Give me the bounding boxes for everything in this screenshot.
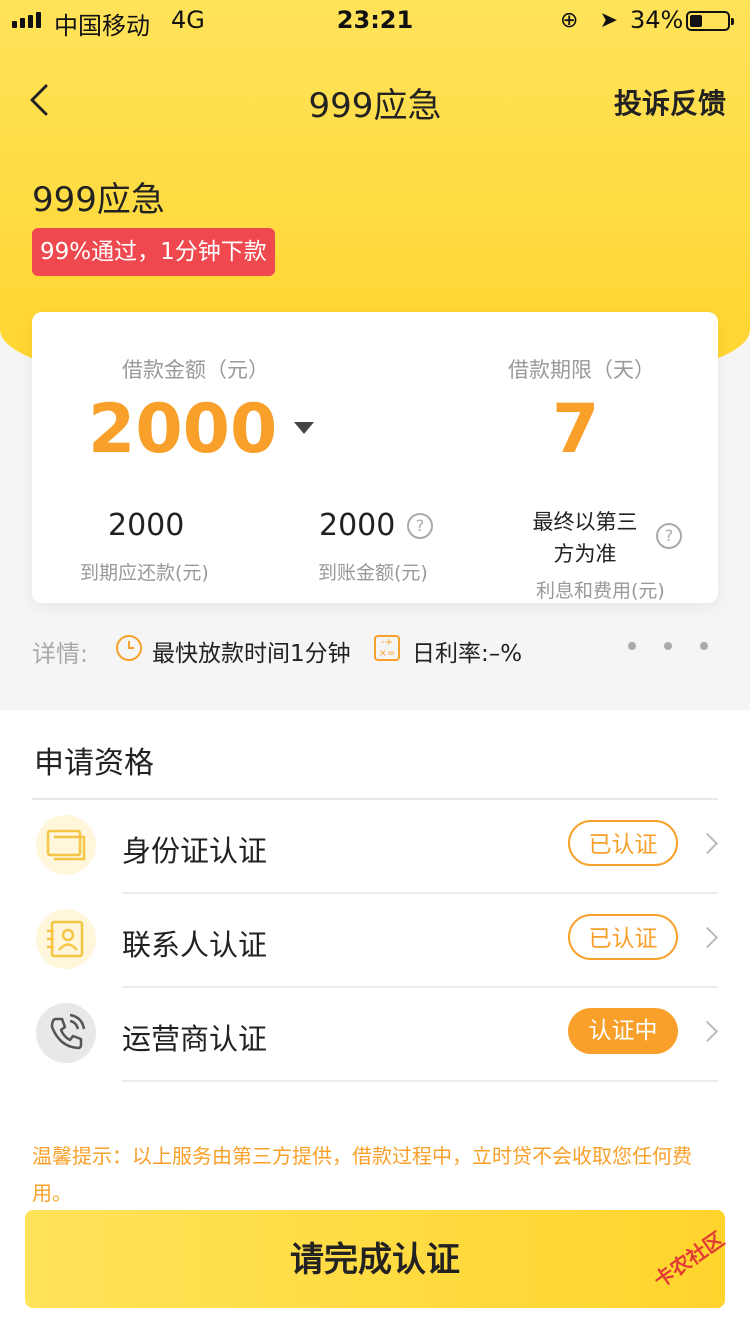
clock-icon	[116, 635, 142, 661]
fee-label: 利息和费用(元)	[536, 580, 665, 602]
battery-percent: 34%	[630, 6, 684, 34]
received-label: 到账金额(元)	[318, 562, 428, 584]
status-badge: 认证中	[568, 1008, 678, 1054]
chevron-left-icon	[30, 84, 48, 116]
details-label: 详情:	[32, 640, 89, 668]
location-arrow-icon: ➤	[599, 8, 618, 33]
id-card-icon	[36, 815, 96, 875]
complaint-feedback-button[interactable]: 投诉反馈	[614, 82, 726, 122]
amount-label: 借款金额（元）	[122, 358, 269, 382]
promo-badge: 99%通过，1分钟下款	[32, 228, 275, 276]
back-button[interactable]	[24, 78, 64, 122]
status-badge: 已认证	[568, 820, 678, 866]
question-icon[interactable]: ?	[656, 523, 682, 549]
qualification-item-id-card[interactable]: 身份证认证 已认证	[0, 800, 750, 894]
fastest-time-text: 最快放款时间1分钟	[152, 641, 351, 667]
qualification-item-carrier[interactable]: 运营商认证 认证中	[0, 988, 750, 1082]
chevron-right-icon	[696, 1020, 719, 1043]
battery-fill	[690, 15, 702, 27]
app-name: 999应急	[32, 180, 165, 220]
status-badge: 已认证	[568, 914, 678, 960]
item-label: 联系人认证	[122, 928, 268, 962]
more-icon[interactable]	[628, 642, 708, 650]
phone-icon	[36, 1003, 96, 1063]
loan-card: 借款金额（元） 2000 借款期限（天） 7 2000 到期应还款(元) 200…	[32, 312, 718, 603]
details-row: 详情: 最快放款时间1分钟 -+ ×= 日利率:–%	[32, 632, 722, 668]
calculator-icon: -+ ×=	[374, 635, 400, 661]
section-title: 申请资格	[34, 746, 154, 781]
daily-rate-text: 日利率:–%	[412, 641, 523, 667]
amount-value[interactable]: 2000	[88, 390, 277, 469]
question-icon[interactable]: ?	[407, 513, 433, 539]
contact-card-icon	[36, 909, 96, 969]
fee-note: 最终以第三方为准	[532, 510, 638, 566]
chevron-right-icon	[696, 832, 719, 855]
battery-icon	[686, 11, 734, 31]
item-label: 身份证认证	[122, 834, 268, 868]
divider	[122, 1080, 718, 1082]
term-value: 7	[552, 390, 600, 469]
received-value: 2000	[319, 508, 396, 543]
repay-label: 到期应还款(元)	[80, 562, 209, 584]
notice-text: 温馨提示：以上服务由第三方提供，借款过程中，立时贷不会收取您任何费用。	[32, 1144, 692, 1205]
chevron-right-icon	[696, 926, 719, 949]
status-bar: 中国移动 4G 23:21 ⊕ ➤ 34%	[0, 0, 750, 40]
complete-verification-button[interactable]: 请完成认证	[25, 1210, 725, 1308]
rotation-lock-icon: ⊕	[560, 8, 579, 33]
repay-value: 2000	[108, 508, 185, 543]
caret-down-icon[interactable]	[294, 422, 314, 434]
qualification-section: 申请资格 身份证认证 已认证 联系人认证 已认证 运营商认证 认证中 温馨提示：…	[0, 710, 750, 1334]
qualification-item-contact[interactable]: 联系人认证 已认证	[0, 894, 750, 988]
term-label: 借款期限（天）	[508, 358, 655, 382]
item-label: 运营商认证	[122, 1022, 268, 1056]
